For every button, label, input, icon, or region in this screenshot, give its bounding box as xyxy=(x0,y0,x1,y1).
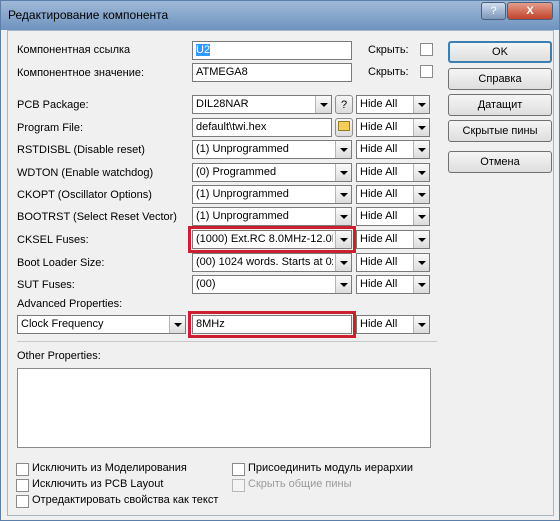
pcb-package-label: PCB Package: xyxy=(17,99,89,111)
sut-fuses-visibility-select[interactable]: Hide All xyxy=(356,275,430,294)
rstdisbl-visibility-select[interactable]: Hide All xyxy=(356,140,430,159)
rstdisbl-label: RSTDISBL (Disable reset) xyxy=(17,144,145,156)
value-hide-checkbox[interactable] xyxy=(420,65,433,78)
value-hide-label: Скрыть: xyxy=(368,66,409,78)
title-bar[interactable]: Редактирование компонента ? X xyxy=(1,1,559,30)
pcb-package-visibility-select[interactable]: Hide All xyxy=(356,95,430,114)
close-button[interactable]: X xyxy=(507,2,553,20)
chevron-down-icon xyxy=(413,208,429,225)
chevron-down-icon xyxy=(335,141,351,158)
advanced-visibility-select[interactable]: Hide All xyxy=(356,315,430,334)
clock-frequency-highlight xyxy=(188,311,356,338)
chevron-down-icon xyxy=(413,254,429,271)
cksel-label: CKSEL Fuses: xyxy=(17,234,89,246)
attach-hierarchy-checkbox[interactable] xyxy=(232,463,245,476)
title-help-button[interactable]: ? xyxy=(481,2,506,20)
separator xyxy=(17,341,437,342)
attach-hierarchy-label: Присоединить модуль иерархии xyxy=(248,462,413,474)
program-file-input[interactable]: default\twi.hex xyxy=(192,118,332,137)
edit-as-text-label: Отредактировать свойства как текст xyxy=(32,494,219,506)
edit-as-text-checkbox[interactable] xyxy=(16,495,29,508)
cancel-button[interactable]: Отмена xyxy=(448,151,552,173)
sut-fuses-label: SUT Fuses: xyxy=(17,279,75,291)
dialog-content: Компонентная ссылка U2 Скрыть: Компонент… xyxy=(7,30,554,516)
chevron-down-icon xyxy=(335,276,351,293)
pcb-package-select[interactable]: DIL28NAR xyxy=(192,95,332,114)
chevron-down-icon xyxy=(335,186,351,203)
chevron-down-icon xyxy=(413,316,429,333)
cksel-highlight xyxy=(188,226,356,253)
chevron-down-icon xyxy=(335,208,351,225)
rstdisbl-select[interactable]: (1) Unprogrammed xyxy=(192,140,352,159)
refdes-hide-checkbox[interactable] xyxy=(420,43,433,56)
bootrst-visibility-select[interactable]: Hide All xyxy=(356,207,430,226)
refdes-input[interactable]: U2 xyxy=(192,41,352,60)
ckopt-label: CKOPT (Oscillator Options) xyxy=(17,189,152,201)
other-properties-textarea[interactable] xyxy=(17,368,431,448)
chevron-down-icon xyxy=(169,316,185,333)
window-title: Редактирование компонента xyxy=(8,8,169,22)
other-properties-label: Other Properties: xyxy=(17,350,101,362)
folder-icon xyxy=(338,121,350,131)
exclude-simulation-checkbox[interactable] xyxy=(16,463,29,476)
ok-button[interactable]: OK xyxy=(448,41,552,63)
chevron-down-icon xyxy=(413,141,429,158)
datasheet-button[interactable]: Датащит xyxy=(448,94,552,116)
wdton-visibility-select[interactable]: Hide All xyxy=(356,163,430,182)
wdton-select[interactable]: (0) Programmed xyxy=(192,163,352,182)
bootrst-select[interactable]: (1) Unprogrammed xyxy=(192,207,352,226)
program-file-visibility-select[interactable]: Hide All xyxy=(356,118,430,137)
exclude-simulation-label: Исключить из Моделирования xyxy=(32,462,187,474)
question-icon: ? xyxy=(340,99,348,111)
exclude-pcb-checkbox[interactable] xyxy=(16,479,29,492)
ckopt-select[interactable]: (1) Unprogrammed xyxy=(192,185,352,204)
chevron-down-icon xyxy=(315,96,331,113)
hide-common-pins-checkbox xyxy=(232,479,245,492)
cksel-visibility-select[interactable]: Hide All xyxy=(356,230,430,249)
chevron-down-icon xyxy=(413,96,429,113)
chevron-down-icon xyxy=(335,164,351,181)
question-icon: ? xyxy=(490,5,497,17)
chevron-down-icon xyxy=(335,254,351,271)
chevron-down-icon xyxy=(413,164,429,181)
hide-common-pins-label: Скрыть общие пины xyxy=(248,478,352,490)
exclude-pcb-label: Исключить из PCB Layout xyxy=(32,478,164,490)
browse-button[interactable] xyxy=(335,118,353,137)
sut-fuses-select[interactable]: (00) xyxy=(192,275,352,294)
chevron-down-icon xyxy=(413,231,429,248)
wdton-label: WDTON (Enable watchdog) xyxy=(17,167,154,179)
value-label: Компонентное значение: xyxy=(17,67,145,79)
boot-loader-size-label: Boot Loader Size: xyxy=(17,257,105,269)
close-icon: X xyxy=(526,5,534,17)
help-button[interactable]: Справка xyxy=(448,68,552,90)
advanced-properties-label: Advanced Properties: xyxy=(17,298,123,310)
refdes-label: Компонентная ссылка xyxy=(17,44,131,56)
package-help-button[interactable]: ? xyxy=(335,95,353,114)
refdes-hide-label: Скрыть: xyxy=(368,44,409,56)
ckopt-visibility-select[interactable]: Hide All xyxy=(356,185,430,204)
boot-loader-size-select[interactable]: (00) 1024 words. Starts at 0x0C00 xyxy=(192,253,352,272)
chevron-down-icon xyxy=(413,186,429,203)
advanced-property-select[interactable]: Clock Frequency xyxy=(17,315,186,334)
chevron-down-icon xyxy=(413,119,429,136)
edit-component-dialog: Редактирование компонента ? X Компонентн… xyxy=(0,0,560,521)
bootrst-label: BOOTRST (Select Reset Vector) xyxy=(17,211,177,223)
value-input[interactable]: ATMEGA8 xyxy=(192,63,352,82)
program-file-label: Program File: xyxy=(17,122,84,134)
boot-loader-visibility-select[interactable]: Hide All xyxy=(356,253,430,272)
hidden-pins-button[interactable]: Скрытые пины xyxy=(448,120,552,142)
chevron-down-icon xyxy=(413,276,429,293)
